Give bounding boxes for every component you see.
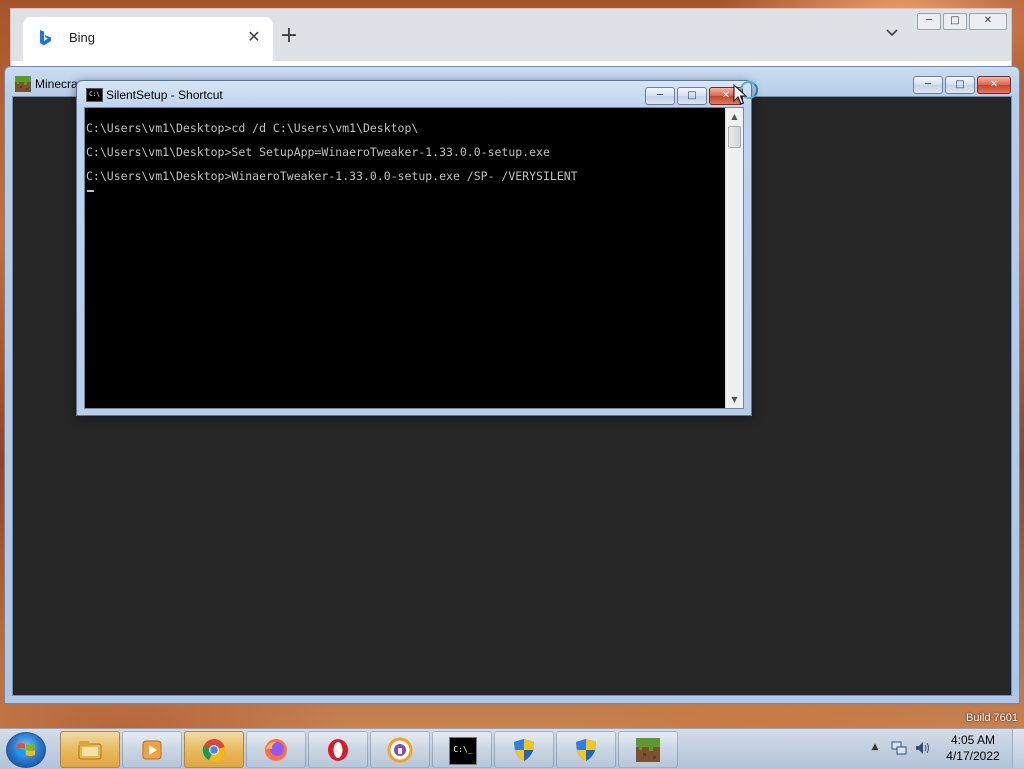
text-cursor	[87, 190, 94, 192]
console-window: C:\ SilentSetup - Shortcut ─ □ ✕ C:\User…	[76, 80, 752, 416]
firefox-icon	[265, 739, 287, 761]
taskbar-opera-button[interactable]	[308, 731, 368, 768]
taskbar-lock-app-button[interactable]	[370, 731, 430, 768]
shield-icon	[576, 739, 596, 761]
show-hidden-icons-chevron-icon[interactable]: ▲	[868, 740, 882, 754]
show-desktop-button[interactable]	[1012, 729, 1024, 768]
media-icon	[142, 740, 162, 760]
scroll-up-arrow-icon[interactable]: ▲	[726, 108, 743, 125]
console-scrollbar[interactable]: ▲ ▼	[725, 108, 743, 408]
minecraft-window-title: Minecra	[35, 77, 78, 91]
tab-search-chevron-icon[interactable]	[883, 26, 901, 44]
console-output-area[interactable]: C:\Users\vm1\Desktop>cd /d C:\Users\vm1\…	[84, 107, 744, 409]
console-line: C:\Users\vm1\Desktop>Set SetupApp=Winaer…	[86, 145, 550, 159]
taskbar-shield-button-1[interactable]	[494, 731, 554, 768]
console-text: C:\Users\vm1\Desktop>cd /d C:\Users\vm1\…	[86, 116, 722, 188]
folder-icon	[78, 741, 102, 760]
console-maximize-button[interactable]: □	[677, 87, 707, 105]
volume-icon[interactable]	[914, 740, 932, 756]
windows-logo-icon	[17, 743, 35, 756]
opera-icon	[328, 739, 348, 761]
new-tab-button[interactable]: +	[277, 25, 301, 49]
taskbar-clock[interactable]: 4:05 AM 4/17/2022	[938, 732, 1008, 764]
browser-maximize-button[interactable]: □	[943, 13, 967, 30]
shield-icon	[514, 739, 534, 761]
minecraft-maximize-button[interactable]: □	[945, 76, 975, 94]
bing-logo-icon	[40, 30, 51, 46]
start-button[interactable]	[6, 732, 46, 768]
windows-build-watermark: Build 7601	[966, 712, 1018, 724]
grass-block-icon	[636, 738, 660, 762]
scroll-down-arrow-icon[interactable]: ▼	[726, 391, 743, 408]
taskbar-firefox-button[interactable]	[246, 731, 306, 768]
clock-time: 4:05 AM	[950, 733, 996, 747]
console-icon: C:\	[86, 88, 103, 102]
browser-close-button[interactable]: ✕	[969, 13, 1007, 30]
taskbar-command-prompt-button[interactable]: C:\_	[432, 731, 492, 768]
mouse-pointer-icon	[733, 84, 748, 105]
taskbar-shield-button-2[interactable]	[556, 731, 616, 768]
console-line: C:\Users\vm1\Desktop>cd /d C:\Users\vm1\…	[86, 121, 419, 135]
taskbar-chrome-button[interactable]	[184, 731, 244, 768]
clock-date: 4/17/2022	[946, 749, 1000, 763]
tab-title: Bing	[69, 30, 96, 45]
taskbar-media-player-button[interactable]	[122, 731, 182, 768]
tab-close-icon[interactable]: ✕	[245, 27, 263, 47]
scrollbar-thumb[interactable]	[728, 126, 741, 148]
browser-tab-bing[interactable]: Bing ✕	[23, 17, 273, 61]
console-window-title: SilentSetup - Shortcut	[106, 88, 223, 102]
taskbar-explorer-button[interactable]	[60, 731, 120, 768]
console-minimize-button[interactable]: ─	[645, 87, 675, 105]
minecraft-minimize-button[interactable]: ─	[913, 76, 943, 94]
grass-block-icon	[15, 76, 31, 92]
console-line: C:\Users\vm1\Desktop>WinaeroTweaker-1.33…	[86, 169, 578, 183]
network-icon[interactable]	[891, 740, 907, 756]
chrome-icon	[202, 739, 225, 762]
browser-minimize-button[interactable]: ─	[917, 13, 941, 30]
taskbar-minecraft-button[interactable]	[618, 731, 678, 768]
minecraft-close-button[interactable]: ✕	[977, 76, 1011, 94]
console-icon: C:\_	[449, 737, 477, 765]
lock-icon	[387, 737, 413, 763]
